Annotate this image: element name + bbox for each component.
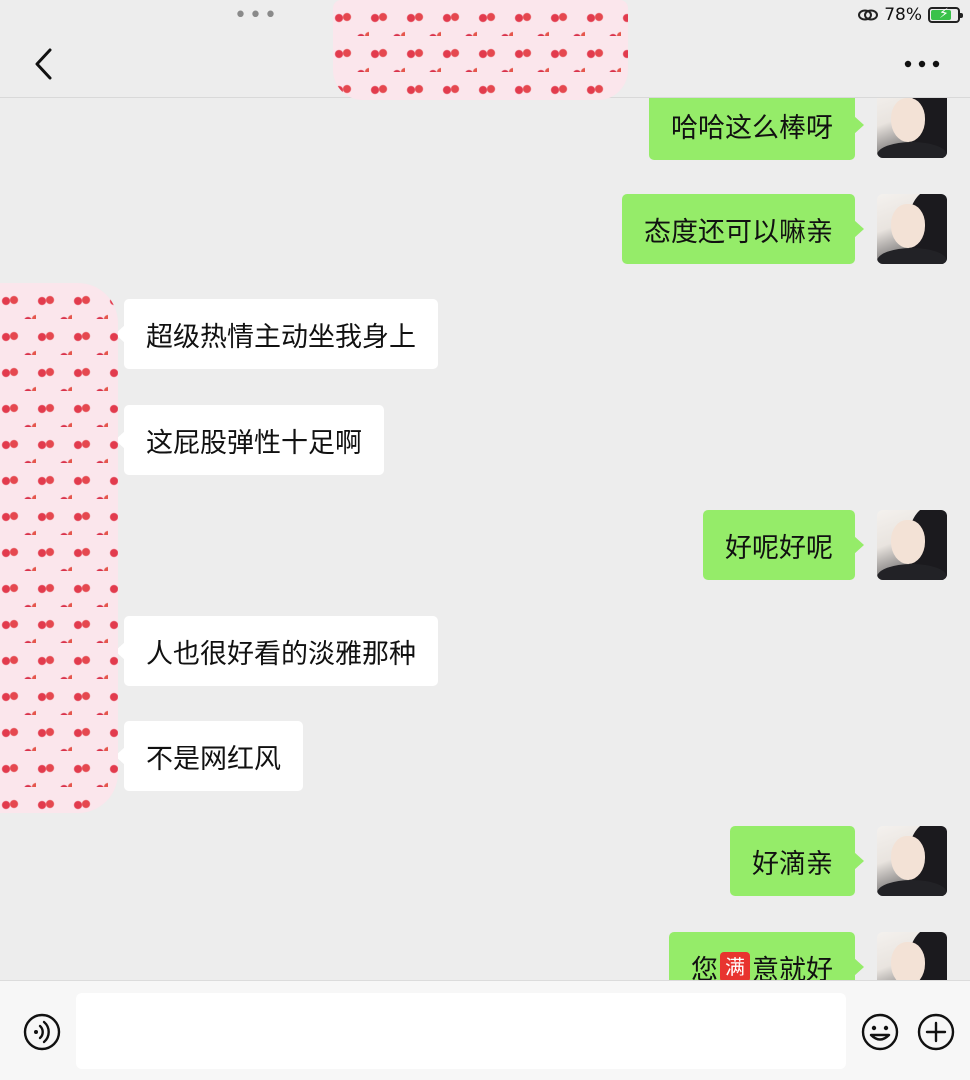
chat-message-list: 哈哈这么棒呀 态度还可以嘛亲 超级热情主动坐我身上 这屁股弹性十足啊 好呢好呢 … — [0, 98, 970, 980]
full-badge-emoji: 满 — [720, 952, 750, 980]
message-text: 超级热情主动坐我身上 — [146, 321, 416, 353]
message-input[interactable] — [76, 993, 846, 1069]
my-avatar[interactable] — [877, 826, 947, 896]
received-message-bubble[interactable]: 人也很好看的淡雅那种 — [115, 616, 438, 686]
my-avatar[interactable] — [877, 510, 947, 580]
input-bar — [0, 980, 970, 1080]
message-text: 好滴亲 — [752, 848, 833, 880]
message-text: 好呢好呢 — [725, 532, 833, 564]
multi-window-dots-icon[interactable]: ••• — [234, 5, 279, 27]
message-text: 哈哈这么棒呀 — [671, 112, 833, 144]
message-text-after: 意就好 — [752, 954, 833, 981]
redacted-contact-name — [333, 0, 628, 100]
sent-message-bubble[interactable]: 好滴亲 — [730, 826, 864, 896]
voice-icon[interactable] — [22, 1012, 62, 1052]
emoji-icon[interactable] — [860, 1012, 900, 1052]
message-text: 态度还可以嘛亲 — [644, 216, 833, 248]
charging-bolt-icon: ⚡ — [939, 6, 949, 22]
sent-message-bubble[interactable]: 您 满 意就好 — [669, 932, 864, 981]
link-icon — [858, 9, 879, 21]
message-text: 人也很好看的淡雅那种 — [146, 638, 416, 670]
battery-charging-icon: ⚡ — [928, 6, 963, 23]
plus-icon[interactable] — [916, 1012, 956, 1052]
sent-message-bubble[interactable]: 态度还可以嘛亲 — [622, 194, 864, 264]
my-avatar[interactable] — [877, 98, 947, 158]
sent-message-bubble[interactable]: 好呢好呢 — [703, 510, 864, 580]
status-right: 78% ⚡ — [858, 4, 963, 26]
message-text: 不是网红风 — [146, 743, 281, 775]
back-chevron-icon[interactable] — [28, 44, 58, 84]
my-avatar[interactable] — [877, 194, 947, 264]
my-avatar[interactable] — [877, 932, 947, 980]
redacted-contact-avatar — [0, 283, 118, 813]
message-text: 这屁股弹性十足啊 — [146, 427, 362, 459]
sent-message-bubble[interactable]: 哈哈这么棒呀 — [649, 98, 864, 160]
message-text-before: 您 — [691, 954, 718, 981]
battery-percentage: 78% — [884, 5, 922, 25]
received-message-bubble[interactable]: 超级热情主动坐我身上 — [115, 299, 438, 369]
received-message-bubble[interactable]: 不是网红风 — [115, 721, 303, 791]
more-dots-icon[interactable] — [902, 50, 942, 78]
received-message-bubble[interactable]: 这屁股弹性十足啊 — [115, 405, 384, 475]
